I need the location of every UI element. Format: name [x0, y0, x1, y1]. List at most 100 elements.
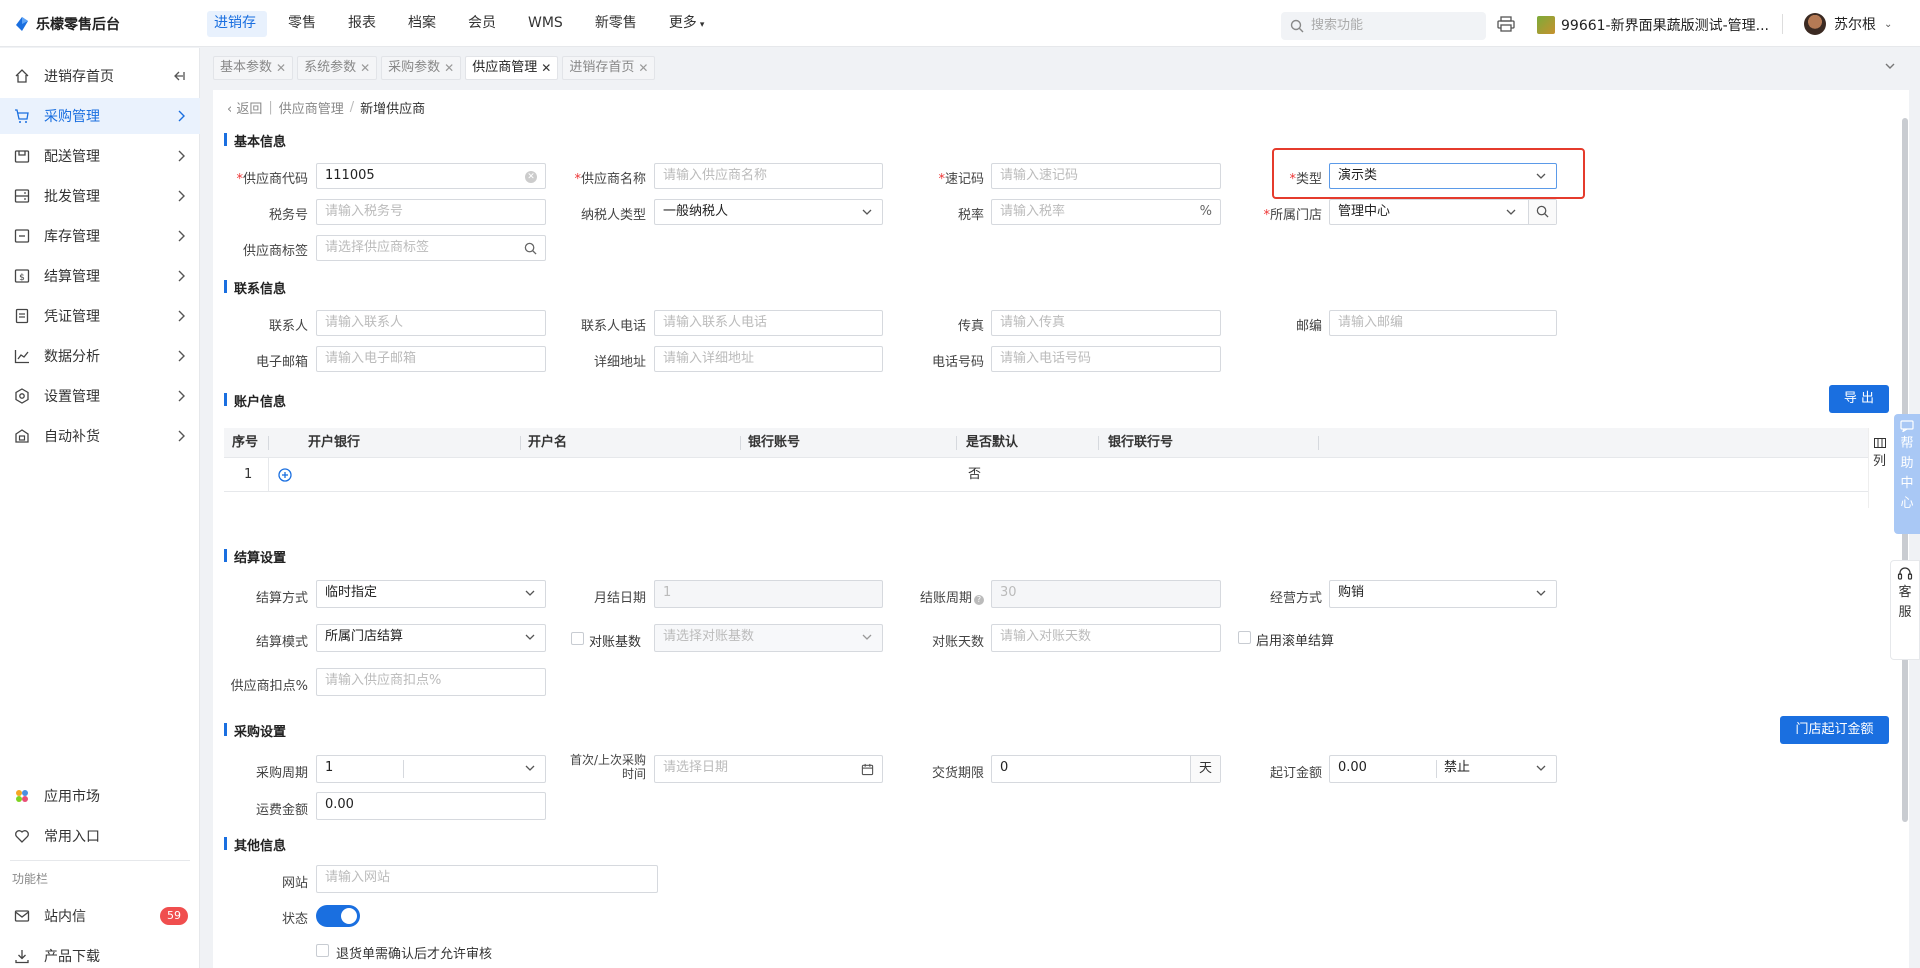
base-check-checkbox[interactable]: [571, 632, 584, 645]
store-label: *所属门店: [1263, 208, 1322, 223]
page-tabs: 基本参数 ✕ 系统参数 ✕ 采购参数 ✕ 供应商管理 ✕ 进销存首页 ✕: [213, 56, 656, 80]
breadcrumb-separator: /: [349, 100, 355, 115]
store-select[interactable]: 管理中心: [1329, 199, 1557, 225]
supplier-code-input[interactable]: 111005 ✕: [316, 163, 546, 189]
topnav-item-more[interactable]: 更多 ▾: [660, 0, 728, 47]
contact-phone-input[interactable]: 请输入联系人电话: [654, 310, 883, 336]
export-button[interactable]: 导 出: [1829, 385, 1889, 413]
discount-input[interactable]: 请输入供应商扣点%: [316, 668, 546, 696]
biz-mode-select[interactable]: 购销: [1329, 580, 1557, 608]
close-icon[interactable]: ✕: [638, 57, 648, 79]
sidebar-item-settlement[interactable]: $ 结算管理: [0, 258, 200, 294]
close-icon[interactable]: ✕: [276, 57, 286, 79]
column-header: 开户银行: [308, 435, 361, 450]
tab-inventory-home[interactable]: 进销存首页 ✕: [562, 56, 656, 80]
purchase-period-input[interactable]: 1: [316, 755, 546, 783]
address-input[interactable]: 请输入详细地址: [654, 346, 883, 372]
min-order-amount-button[interactable]: 门店起订金额: [1780, 716, 1889, 744]
discount-label: 供应商扣点%: [230, 679, 308, 694]
column-settings-button[interactable]: 列: [1868, 428, 1890, 508]
sidebar-item-auto-replenish[interactable]: 自动补货: [0, 418, 200, 454]
check-days-input[interactable]: 请输入对账天数: [991, 624, 1221, 652]
supplier-name-input[interactable]: 请输入供应商名称: [654, 163, 883, 189]
email-input[interactable]: 请输入电子邮箱: [316, 346, 546, 372]
clear-icon[interactable]: ✕: [525, 171, 537, 183]
topnav-item-inventory[interactable]: 进销存: [205, 0, 279, 47]
sidebar-item-inventory[interactable]: 库存管理: [0, 218, 200, 254]
customer-service-button[interactable]: 客服: [1890, 560, 1920, 660]
collapse-sidebar-icon[interactable]: [172, 69, 186, 83]
return-confirm-label: 退货单需确认后才允许审核: [336, 947, 493, 962]
min-amount-mode-select[interactable]: 禁止: [1444, 756, 1470, 780]
sidebar-item-voucher[interactable]: 凭证管理: [0, 298, 200, 334]
sidebar-item-settings[interactable]: 设置管理: [0, 378, 200, 414]
sidebar-item-home[interactable]: 进销存首页: [0, 58, 200, 94]
topnav-item-wms[interactable]: WMS: [519, 0, 586, 47]
column-divider: [1098, 436, 1099, 450]
sidebar-item-wholesale[interactable]: 批发管理: [0, 178, 200, 214]
base-check-select[interactable]: 请选择对账基数: [654, 624, 883, 652]
sidebar-item-analytics[interactable]: 数据分析: [0, 338, 200, 374]
user-menu[interactable]: 苏尔根 ⌄: [1804, 13, 1892, 35]
section-title-account: 账户信息: [224, 391, 286, 410]
chevron-down-icon: [525, 765, 535, 771]
supplier-code-label: *供应商代码: [236, 172, 308, 187]
website-input[interactable]: 请输入网站: [316, 865, 658, 893]
fax-input[interactable]: 请输入传真: [991, 310, 1221, 336]
topnav-item-reports[interactable]: 报表: [339, 0, 399, 47]
sidebar-item-distribution[interactable]: 配送管理: [0, 138, 200, 174]
tel-input[interactable]: 请输入电话号码: [991, 346, 1221, 372]
month-day-input[interactable]: 1: [654, 580, 883, 608]
status-toggle[interactable]: [316, 905, 360, 927]
add-circle-icon[interactable]: [278, 468, 292, 482]
chevron-down-icon[interactable]: [1884, 60, 1896, 72]
sidebar-item-download[interactable]: 产品下载: [0, 938, 200, 968]
sidebar-item-favorites[interactable]: 常用入口: [0, 818, 200, 854]
chevron-left-icon: ‹: [227, 102, 233, 117]
sidebar-item-app-market[interactable]: 应用市场: [0, 778, 200, 814]
taxpayer-type-select[interactable]: 一般纳税人: [654, 199, 883, 225]
tab-system-params[interactable]: 系统参数 ✕: [297, 56, 378, 80]
search-input[interactable]: 搜索功能: [1281, 12, 1486, 40]
tab-purchase-params[interactable]: 采购参数 ✕: [381, 56, 462, 80]
settle-mode-select[interactable]: 所属门店结算: [316, 624, 546, 652]
settle-method-select[interactable]: 临时指定: [316, 580, 546, 608]
search-icon: [1536, 205, 1549, 218]
return-confirm-checkbox[interactable]: [316, 944, 329, 957]
breadcrumb: ‹ 返回 | 供应商管理 / 新增供应商: [227, 98, 425, 117]
sidebar-item-messages[interactable]: 站内信 59: [0, 898, 200, 934]
delivery-input[interactable]: 0天: [991, 755, 1221, 783]
rolling-settle-checkbox[interactable]: [1238, 631, 1251, 644]
close-icon[interactable]: ✕: [541, 57, 551, 79]
contact-person-input[interactable]: 请输入联系人: [316, 310, 546, 336]
freight-input[interactable]: 0.00: [316, 792, 546, 820]
back-link[interactable]: ‹ 返回: [227, 98, 262, 117]
sidebar-item-purchase[interactable]: 采购管理: [0, 98, 200, 134]
help-center-button[interactable]: 帮助中心: [1894, 414, 1920, 534]
fax-label: 传真: [957, 319, 984, 334]
close-icon[interactable]: ✕: [444, 57, 454, 79]
tax-no-input[interactable]: 请输入税务号: [316, 199, 546, 225]
tax-rate-input[interactable]: 请输入税率%: [991, 199, 1221, 225]
store-switcher[interactable]: 99661-新界面果蔬版测试-管理...: [1537, 15, 1769, 35]
min-amount-input[interactable]: 0.00 禁止: [1329, 755, 1557, 783]
topnav-item-member[interactable]: 会员: [459, 0, 519, 47]
supplier-tag-select[interactable]: 请选择供应商标签: [316, 235, 546, 261]
store-search-button[interactable]: [1528, 200, 1556, 224]
close-icon[interactable]: ✕: [360, 57, 370, 79]
zip-input[interactable]: 请输入邮编: [1329, 310, 1557, 336]
app-logo[interactable]: 乐檬零售后台: [14, 14, 120, 34]
printer-icon[interactable]: [1497, 16, 1515, 32]
contact-phone-label: 联系人电话: [580, 319, 646, 334]
tab-basic-params[interactable]: 基本参数 ✕: [213, 56, 294, 80]
quick-code-input[interactable]: 请输入速记码: [991, 163, 1221, 189]
breadcrumb-parent[interactable]: 供应商管理: [279, 98, 344, 117]
tab-supplier-management[interactable]: 供应商管理 ✕: [465, 56, 559, 80]
topnav-item-retail[interactable]: 零售: [279, 0, 339, 47]
topnav-item-archive[interactable]: 档案: [399, 0, 459, 47]
topnav-item-new-retail[interactable]: 新零售: [586, 0, 660, 47]
cycle-label: 结账周期?: [900, 587, 984, 606]
avatar: [1804, 13, 1826, 35]
purchase-date-picker[interactable]: 请选择日期: [654, 755, 883, 783]
cycle-input[interactable]: 30: [991, 580, 1221, 608]
